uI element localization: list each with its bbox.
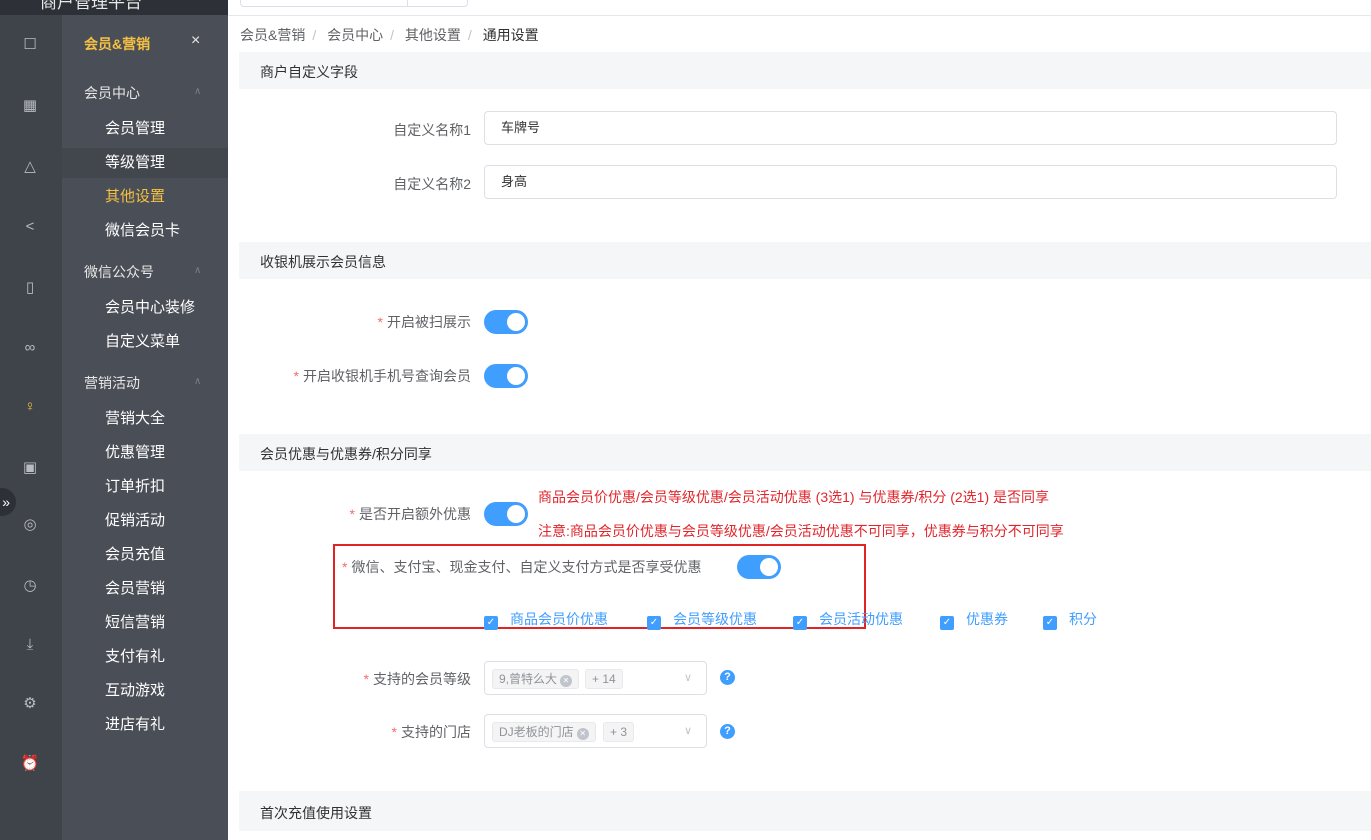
field-label: * 开启收银机手机号查询会员 xyxy=(293,368,471,384)
field-label: 自定义名称1 xyxy=(393,122,471,138)
field-label: * 支持的门店 xyxy=(391,724,471,740)
brand-title: 商户管理平台 xyxy=(0,0,228,15)
more-count-tag: + 14 xyxy=(585,669,623,689)
menu-group-marketing[interactable]: 营销活动 xyxy=(84,373,140,393)
menu-item-promotion[interactable]: 促销活动 xyxy=(62,506,228,536)
section-header: 首次充值使用设置 xyxy=(239,791,1371,831)
check-icon: ✓ xyxy=(647,616,661,630)
download-icon[interactable]: ⤓ xyxy=(19,634,41,656)
menu-item-wechat-card[interactable]: 微信会员卡 xyxy=(62,216,228,246)
section-header: 收银机展示会员信息 xyxy=(239,242,1371,279)
tablet-icon[interactable]: ▯ xyxy=(19,277,41,299)
menu-item-discount-management[interactable]: 优惠管理 xyxy=(62,438,228,468)
menu-item-marketing-all[interactable]: 营销大全 xyxy=(62,404,228,434)
icon-rail: 商户管理平台 ☐ ▦ △ < ▯ ∞ ♀ ▣ ◎ ◷ ⤓ ⚙ ⏰ xyxy=(0,0,228,840)
selected-tag: DJ老板的门店 ✕ xyxy=(492,722,596,742)
section-title: 收银机展示会员信息 xyxy=(260,254,386,270)
section-header: 会员优惠与优惠券/积分同享 xyxy=(239,434,1371,471)
field-label: * 开启被扫展示 xyxy=(377,314,471,330)
member-level-select[interactable]: 9,曾特么大 ✕ + 14 ∨ xyxy=(484,661,707,695)
divider xyxy=(228,15,1371,16)
share-icon[interactable]: < xyxy=(19,216,41,238)
menu-group-member-center[interactable]: 会员中心 xyxy=(84,83,140,103)
chevron-up-icon: ∧ xyxy=(194,86,202,97)
database-icon[interactable]: ◎ xyxy=(19,514,41,536)
checkbox-level-discount[interactable]: ✓ 会员等级优惠 xyxy=(647,609,757,630)
calendar-icon[interactable]: ▦ xyxy=(19,95,41,117)
section-header: 商户自定义字段 xyxy=(239,52,1371,89)
breadcrumb-item[interactable]: 会员中心 xyxy=(327,27,383,43)
chevron-up-icon: ∧ xyxy=(194,265,202,276)
store-select[interactable]: DJ老板的门店 ✕ + 3 ∨ xyxy=(484,714,707,748)
help-icon[interactable]: ? xyxy=(720,670,735,685)
breadcrumb-current: 通用设置 xyxy=(482,27,539,43)
scan-display-toggle[interactable] xyxy=(484,310,528,334)
more-count-tag: + 3 xyxy=(603,722,635,742)
payment-discount-toggle[interactable] xyxy=(737,555,781,579)
menu-item-member-management[interactable]: 会员管理 xyxy=(62,114,228,144)
checkbox-coupon[interactable]: ✓ 优惠券 xyxy=(940,609,1008,630)
menu-item-center-decoration[interactable]: 会员中心装修 xyxy=(62,293,228,323)
selected-tag: 9,曾特么大 ✕ xyxy=(492,669,580,689)
menu-item-payment-gift[interactable]: 支付有礼 xyxy=(62,642,228,672)
menu-item-member-recharge[interactable]: 会员充值 xyxy=(62,540,228,570)
divider xyxy=(407,0,408,6)
top-search-box[interactable] xyxy=(240,0,468,7)
checkbox-points[interactable]: ✓ 积分 xyxy=(1043,609,1097,630)
menu-group-wechat-official[interactable]: 微信公众号 xyxy=(84,262,154,282)
tag-close-icon[interactable]: ✕ xyxy=(560,675,573,687)
field-label: 自定义名称2 xyxy=(393,176,471,192)
check-icon: ✓ xyxy=(940,616,954,630)
menu-item-member-marketing[interactable]: 会员营销 xyxy=(62,574,228,604)
custom-name-2-input[interactable]: 身高 xyxy=(484,165,1337,199)
bike-icon[interactable]: ∞ xyxy=(19,337,41,359)
submenu-panel: 会员&营销 × 会员中心 ∧ 会员管理 等级管理 其他设置 微信会员卡 微信公众… xyxy=(62,0,228,840)
breadcrumb-item[interactable]: 会员&营销 xyxy=(240,27,305,43)
clock-icon[interactable]: ◷ xyxy=(19,575,41,597)
bag-icon[interactable]: △ xyxy=(19,156,41,178)
menu-item-level-management[interactable]: 等级管理 xyxy=(62,148,228,178)
field-label: * 支持的会员等级 xyxy=(363,671,471,687)
settings-icon[interactable]: ⚙ xyxy=(19,693,41,715)
submenu-title: 会员&营销 xyxy=(84,36,151,52)
custom-name-1-input[interactable]: 车牌号 xyxy=(484,111,1337,145)
check-icon: ✓ xyxy=(484,616,498,630)
tag-close-icon[interactable]: ✕ xyxy=(576,728,589,740)
phone-query-toggle[interactable] xyxy=(484,364,528,388)
check-icon: ✓ xyxy=(793,616,807,630)
menu-item-sms-marketing[interactable]: 短信营销 xyxy=(62,608,228,638)
section-title: 商户自定义字段 xyxy=(260,64,358,80)
submenu-header: 会员&营销 × xyxy=(62,30,228,56)
warning-note: 注意:商品会员价优惠与会员等级优惠/会员活动优惠不可同享，优惠券与积分不可同享 xyxy=(538,523,1064,539)
chevron-down-icon: ∨ xyxy=(683,725,692,737)
truck-icon[interactable]: ▣ xyxy=(19,457,41,479)
warning-note: 商品会员价优惠/会员等级优惠/会员活动优惠 (3选1) 与优惠券/积分 (2选1… xyxy=(538,489,1050,505)
alarm-icon[interactable]: ⏰ xyxy=(19,753,41,775)
close-icon[interactable]: × xyxy=(191,32,200,50)
menu-item-other-settings[interactable]: 其他设置 xyxy=(62,182,228,212)
breadcrumb-item[interactable]: 其他设置 xyxy=(405,27,461,43)
checkbox-member-price[interactable]: ✓ 商品会员价优惠 xyxy=(484,609,608,630)
checkbox-activity-discount[interactable]: ✓ 会员活动优惠 xyxy=(793,609,903,630)
extra-discount-toggle[interactable] xyxy=(484,502,528,526)
chevron-down-icon: ∨ xyxy=(683,672,692,684)
field-label: * 微信、支付宝、现金支付、自定义支付方式是否享受优惠 xyxy=(342,559,702,575)
dashboard-icon[interactable]: ☐ xyxy=(19,34,41,56)
help-icon[interactable]: ? xyxy=(720,724,735,739)
breadcrumb: 会员&营销 / 会员中心 / 其他设置 / 通用设置 xyxy=(240,27,539,43)
user-icon[interactable]: ♀ xyxy=(19,396,41,418)
chevron-up-icon: ∧ xyxy=(194,376,202,387)
section-title: 会员优惠与优惠券/积分同享 xyxy=(260,446,432,462)
section-title: 首次充值使用设置 xyxy=(260,805,372,821)
menu-item-custom-menu[interactable]: 自定义菜单 xyxy=(62,327,228,357)
check-icon: ✓ xyxy=(1043,616,1057,630)
field-label: * 是否开启额外优惠 xyxy=(349,506,471,522)
menu-item-order-discount[interactable]: 订单折扣 xyxy=(62,472,228,502)
menu-item-interactive-game[interactable]: 互动游戏 xyxy=(62,676,228,706)
menu-item-visit-gift[interactable]: 进店有礼 xyxy=(62,710,228,740)
